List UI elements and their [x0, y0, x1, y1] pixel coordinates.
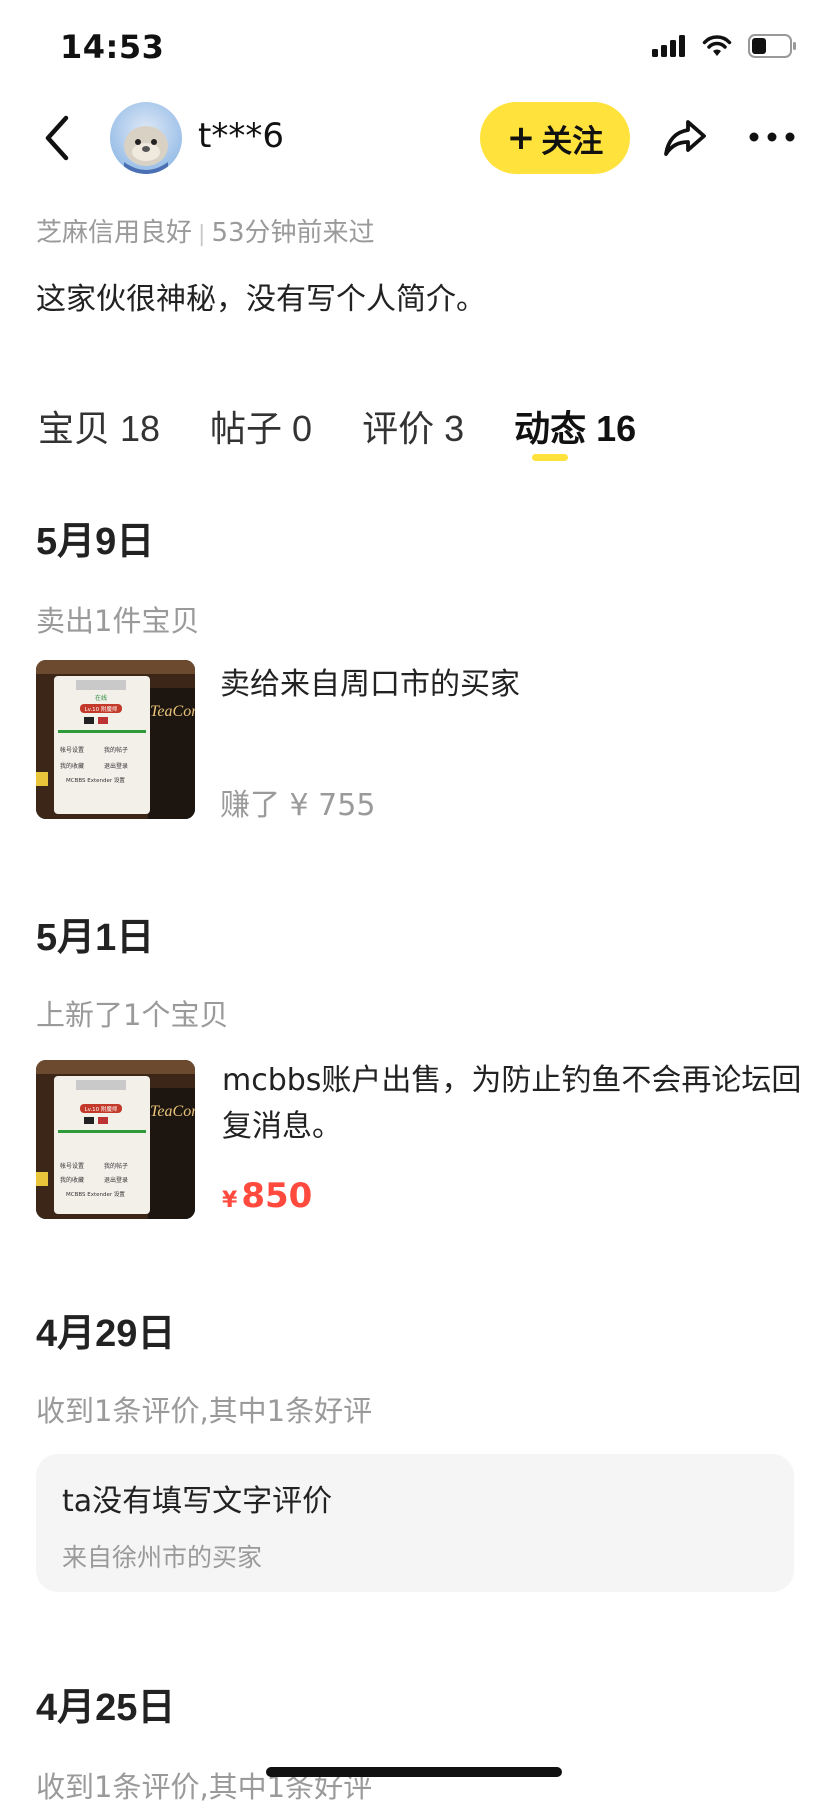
- review-source: 来自徐州市的买家: [62, 1543, 263, 1572]
- thumbnail-menu-2: 我的帖子: [104, 1162, 128, 1170]
- share-button[interactable]: [660, 112, 710, 162]
- thumbnail-menu-3: 我的收藏: [60, 762, 84, 770]
- thumbnail-menu-1: 帐号设置: [60, 1162, 84, 1170]
- cellular-signal-icon: [652, 35, 685, 57]
- profile-meta: 芝麻信用良好 | 53分钟前来过: [36, 212, 375, 249]
- active-tab-indicator: [532, 454, 568, 461]
- thumbnail-menu-5: MCBBS Extender 设置: [66, 776, 125, 784]
- seal-avatar-icon: [124, 126, 168, 174]
- game-screenshot-image: TeaCon 在线 Lv.10 附魔师 帐号设置 我的帖子 我的收藏 退出登录 …: [36, 660, 195, 819]
- item-thumbnail[interactable]: TeaCon Lv.10 附魔师 帐号设置 我的帖子 我的收藏 退出登录 MCB…: [36, 1060, 195, 1219]
- feed-date: 5月1日: [36, 917, 155, 959]
- feed-date: 4月25日: [36, 1687, 176, 1729]
- earned-amount: 赚了 ¥ 755: [220, 788, 376, 823]
- tab-reviews[interactable]: 评价 3: [362, 400, 464, 452]
- avatar[interactable]: [110, 102, 182, 174]
- follow-label: 关注: [541, 123, 604, 160]
- home-indicator: [266, 1767, 562, 1777]
- status-icons: [652, 34, 798, 58]
- back-button[interactable]: [36, 112, 84, 164]
- feed-action: 收到1条评价,其中1条好评: [36, 1394, 373, 1428]
- thumbnail-menu-4: 退出登录: [104, 1176, 128, 1184]
- review-card[interactable]: ta没有填写文字评价 来自徐州市的买家: [36, 1454, 794, 1592]
- item-title[interactable]: mcbbs账户出售，为防止钓鱼不会再论坛回复消息。: [222, 1058, 802, 1150]
- thumbnail-menu-3: 我的收藏: [60, 1176, 84, 1184]
- chevron-left-icon: [45, 115, 69, 161]
- battery-icon: [748, 34, 796, 58]
- thumbnail-status: 在线: [95, 694, 107, 702]
- tab-activity[interactable]: 动态 16: [514, 400, 636, 452]
- review-text: ta没有填写文字评价: [62, 1484, 333, 1519]
- thumbnail-menu-1: 帐号设置: [60, 746, 84, 754]
- last-visit: 53分钟前来过: [211, 218, 375, 248]
- profile-tabs: 宝贝 18 帖子 0 评价 3 动态 16: [38, 400, 686, 452]
- wifi-icon: [702, 35, 732, 56]
- thumbnail-logo: TeaCon: [150, 703, 195, 720]
- user-nickname: t***6: [198, 116, 284, 156]
- thumbnail-badge: Lv.10 附魔师: [85, 705, 118, 713]
- thumbnail-menu-5: MCBBS Extender 设置: [66, 1190, 125, 1198]
- game-screenshot-image: TeaCon Lv.10 附魔师 帐号设置 我的帖子 我的收藏 退出登录 MCB…: [36, 1060, 195, 1219]
- item-thumbnail[interactable]: TeaCon 在线 Lv.10 附魔师 帐号设置 我的帖子 我的收藏 退出登录 …: [36, 660, 195, 819]
- thumbnail-menu-2: 我的帖子: [104, 746, 128, 754]
- status-time: 14:53: [60, 28, 165, 66]
- item-price: ¥850: [222, 1176, 312, 1216]
- feed-action: 卖出1件宝贝: [36, 604, 200, 638]
- feed-action: 上新了1个宝贝: [36, 998, 229, 1032]
- follow-button[interactable]: + 关注: [480, 102, 630, 174]
- tab-items[interactable]: 宝贝 18: [38, 400, 160, 452]
- feed-date: 4月29日: [36, 1313, 176, 1355]
- more-button[interactable]: [748, 122, 796, 152]
- thumbnail-logo: TeaCon: [150, 1103, 195, 1120]
- price-value: 850: [241, 1176, 313, 1216]
- meta-divider: |: [198, 222, 206, 247]
- nav-header: t***6 + 关注: [0, 92, 828, 184]
- plus-icon: +: [506, 118, 536, 158]
- profile-intro: 这家伙很神秘，没有写个人简介。: [36, 282, 486, 317]
- tab-posts[interactable]: 帖子 0: [210, 400, 312, 452]
- share-icon: [664, 120, 706, 156]
- thumbnail-badge: Lv.10 附魔师: [85, 1105, 118, 1113]
- feed-date: 5月9日: [36, 521, 155, 563]
- price-currency: ¥: [222, 1188, 238, 1213]
- credit-rating: 芝麻信用良好: [36, 218, 193, 248]
- thumbnail-menu-4: 退出登录: [104, 762, 128, 770]
- more-dots-icon: [749, 132, 795, 142]
- item-title[interactable]: 卖给来自周口市的买家: [220, 662, 800, 708]
